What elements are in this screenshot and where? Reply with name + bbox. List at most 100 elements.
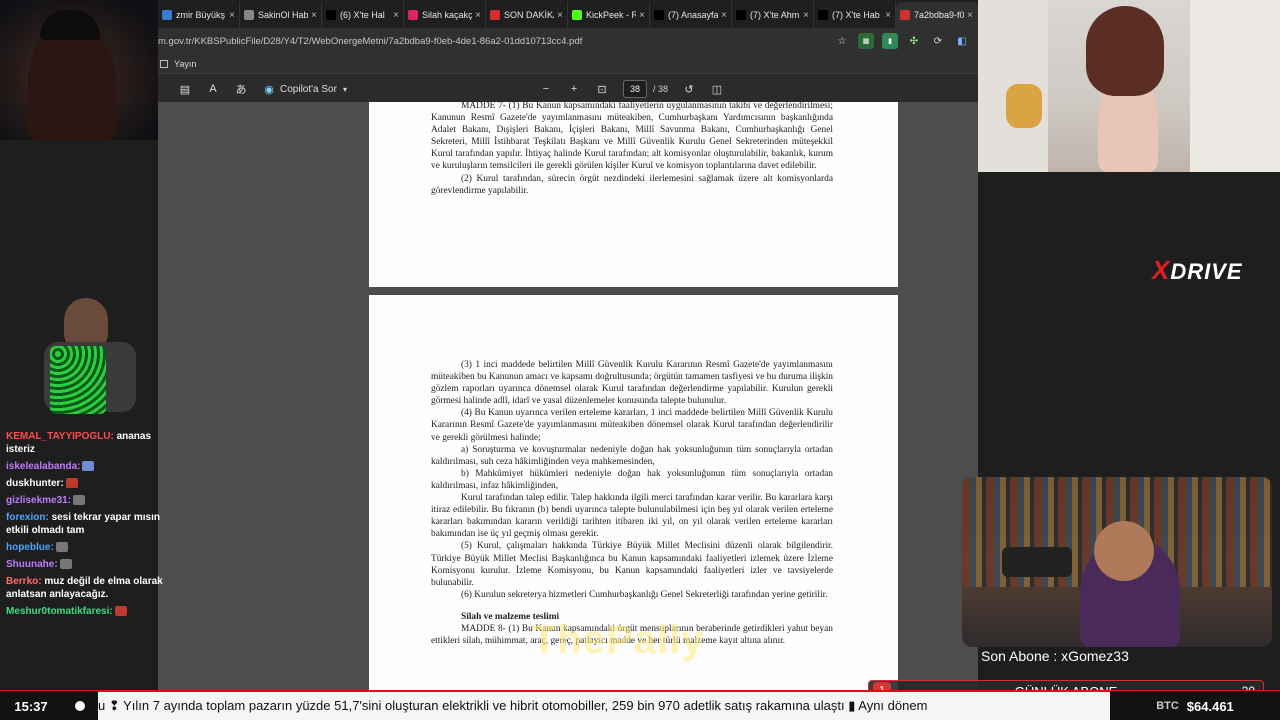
watermark: ThePally: [532, 618, 705, 662]
chat-message: Meshur0tomatikfaresi:: [0, 603, 170, 620]
chat-username[interactable]: KEMAL_TAYYIPOGLU:: [6, 431, 114, 442]
chat-message: iskelealabanda:: [0, 458, 170, 475]
chat-username[interactable]: forexion:: [6, 512, 49, 523]
bookmark-icon: [160, 59, 168, 68]
chevron-down-icon: ▾: [342, 84, 347, 94]
webcam-bottom-right: [962, 477, 1272, 647]
zoom-in-button[interactable]: +: [567, 82, 581, 96]
fit-page-icon[interactable]: ⊡: [595, 82, 609, 96]
close-icon[interactable]: ×: [721, 10, 727, 21]
close-icon[interactable]: ×: [229, 10, 235, 21]
chat-username[interactable]: Berrko:: [6, 576, 42, 587]
hair-shape: [1086, 6, 1164, 96]
tab-label: (7) X'te Hab: [832, 10, 880, 20]
pdf-toolbar: ▤ A あ ◉ Copilot'a Sor ▾ − + ⊡ 38 / 38 ↺ …: [158, 76, 978, 102]
copilot-button[interactable]: ◉ Copilot'a Sor ▾: [262, 82, 347, 96]
bookmarks-bar: Yayın: [158, 54, 978, 74]
chat-username[interactable]: duskhunter:: [6, 478, 64, 489]
avatar-head: [64, 298, 108, 348]
chat-message: Berrko: muz değil de elma olarak anlatsa…: [0, 573, 170, 603]
favicon-icon: [408, 10, 418, 20]
tab-label: SON DAKİKA: [504, 10, 555, 20]
clock: 15:37: [0, 691, 62, 720]
chat-message: duskhunter:: [0, 475, 170, 492]
page-view-icon[interactable]: ◫: [710, 82, 724, 96]
browser-tab[interactable]: (7) X'te Ahm ×: [732, 2, 814, 28]
browser-tab[interactable]: zmir Büyükş ×: [158, 2, 240, 28]
extension-icon[interactable]: ▦: [858, 33, 874, 49]
tab-label: (7) X'te Ahm: [750, 10, 800, 20]
page-number-input[interactable]: 38: [622, 80, 647, 98]
shelf-background: [1190, 0, 1280, 172]
close-icon[interactable]: ×: [885, 10, 891, 21]
pdf-viewer[interactable]: MADDE 7- (1) Bu Kanun kapsamındaki faali…: [158, 102, 978, 690]
document-paragraph: (3) 1 inci maddede belirtilen Millî Güve…: [431, 360, 833, 407]
sidebar-toggle-icon[interactable]: ▤: [178, 82, 192, 96]
news-ticker: 15:37 u ❢ Yılın 7 ayında toplam pazarın …: [0, 690, 1280, 720]
zoom-out-button[interactable]: −: [539, 82, 553, 96]
tab-label: Silah kaçakç: [422, 10, 473, 20]
chat-username[interactable]: iskelealabanda:: [6, 461, 80, 472]
microphone: [1002, 547, 1072, 577]
browser-tab[interactable]: Silah kaçakç ×: [404, 2, 486, 28]
page-text: (3) 1 inci maddede belirtilen Millî Güve…: [431, 359, 833, 647]
btc-value: $64.461: [1186, 698, 1234, 714]
last-subscriber-label: Son Abone : xGomez33: [981, 648, 1129, 664]
sync-icon[interactable]: ⟳: [930, 33, 946, 49]
chat-message: forexion: sesi tekrar yapar mısın etkili…: [0, 509, 170, 539]
translate-icon[interactable]: あ: [234, 82, 248, 96]
document-paragraph: (2) Kurul tarafından, sürecin örgüt nezd…: [431, 173, 833, 196]
close-icon[interactable]: ×: [803, 10, 809, 21]
favicon-icon: [736, 10, 746, 20]
browser-tab[interactable]: (6) X'te Hal ×: [322, 2, 404, 28]
profile-icon[interactable]: ◧: [954, 33, 970, 49]
tab-label: (7) Anasayfa: [668, 10, 719, 20]
favicon-icon: [326, 10, 336, 20]
browser-window: zmir Büyükş × SakinOl Hab × (6) X'te Hal × Sil…: [158, 0, 978, 690]
close-icon[interactable]: ×: [639, 10, 645, 21]
tab-label: KickPeek - R: [586, 10, 637, 20]
browser-tab[interactable]: KickPeek - R ×: [568, 2, 650, 28]
close-icon[interactable]: ×: [475, 10, 481, 21]
rotate-icon[interactable]: ↺: [682, 82, 696, 96]
chat-emote-icon: [55, 542, 68, 553]
chat-username[interactable]: Meshur0tomatikfaresi:: [6, 606, 113, 617]
close-icon[interactable]: ×: [557, 10, 563, 21]
chat-message: gizlisekme31:: [0, 492, 170, 509]
browser-tab[interactable]: (7) X'te Hab ×: [814, 2, 896, 28]
extension-icon[interactable]: ✣: [906, 33, 922, 49]
chat-username[interactable]: Shuunahe:: [6, 559, 58, 570]
bookmark-label: Yayın: [174, 58, 197, 69]
star-icon[interactable]: ☆: [834, 33, 850, 49]
extension-icon[interactable]: ▮: [882, 33, 898, 49]
browser-tab[interactable]: SakinOl Hab ×: [240, 2, 322, 28]
document-paragraph: a) Soruşturma ve kovuşturmalar nedeniyle…: [431, 444, 833, 467]
close-icon[interactable]: ×: [393, 10, 399, 21]
address-bar[interactable]: m.gov.tr/KKBSPublicFile/D28/Y4/T2/WebOne…: [158, 28, 978, 54]
sponsor-logo: XDRIVE: [1152, 255, 1243, 286]
chat-username[interactable]: gizlisekme31:: [6, 495, 71, 506]
chat-emote-icon: [65, 478, 78, 489]
live-indicator-icon: [62, 691, 98, 720]
close-icon[interactable]: ×: [311, 10, 317, 21]
document-paragraph: MADDE 7- (1) Bu Kanun kapsamındaki faali…: [431, 102, 833, 172]
favicon-icon: [244, 10, 254, 20]
close-icon[interactable]: ×: [967, 10, 973, 21]
browser-tab[interactable]: SON DAKİKA ×: [486, 2, 568, 28]
browser-tab[interactable]: 7a2bdba9-f0 ×: [896, 2, 978, 28]
chat-panel: KEMAL_TAYYIPOGLU: ananas isteriz iskeleal…: [0, 428, 170, 620]
favicon-icon: [818, 10, 828, 20]
copilot-icon: ◉: [264, 83, 274, 96]
browser-tab[interactable]: (7) Anasayfa ×: [650, 2, 732, 28]
streamer-head: [1094, 521, 1154, 581]
read-aloud-icon[interactable]: A: [206, 82, 220, 96]
favicon-icon: [654, 10, 664, 20]
bookmark-item[interactable]: Yayın: [160, 59, 196, 69]
url-field[interactable]: m.gov.tr/KKBSPublicFile/D28/Y4/T2/WebOne…: [158, 36, 834, 47]
document-paragraph: (5) Kurul, çalışmaları hakkında Türkiye …: [431, 541, 833, 588]
chat-username[interactable]: hopeblue:: [6, 542, 54, 553]
page-text: MADDE 7- (1) Bu Kanun kapsamındaki faali…: [431, 102, 833, 197]
chat-emote-icon: [82, 461, 95, 472]
webcam-top-right: [978, 0, 1280, 172]
